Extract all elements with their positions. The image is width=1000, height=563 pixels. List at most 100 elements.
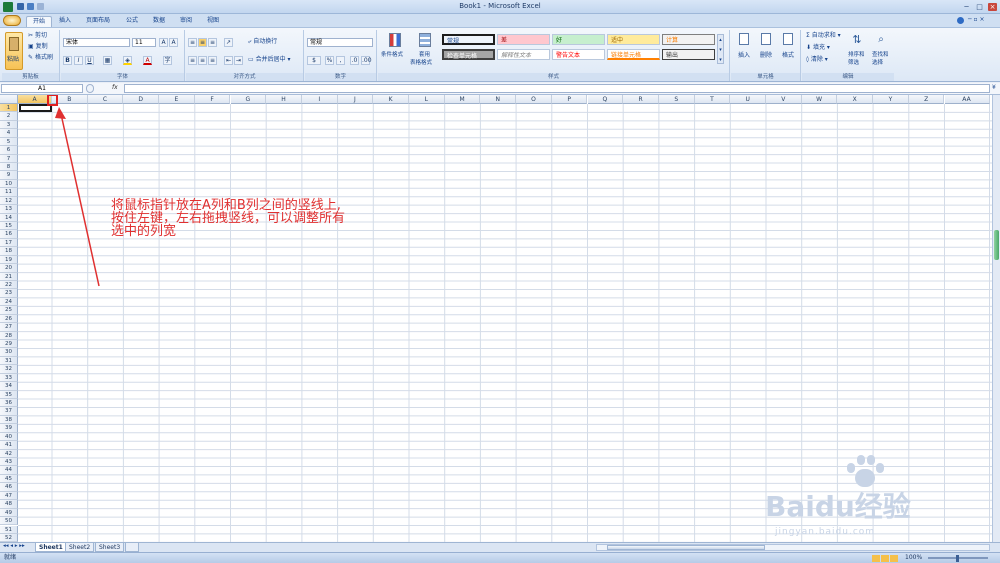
- name-box[interactable]: A1: [1, 84, 83, 93]
- tab-home[interactable]: 开始: [26, 16, 53, 27]
- align-bottom-icon[interactable]: ≡: [208, 38, 217, 47]
- increase-indent-icon[interactable]: ⇥: [234, 56, 243, 65]
- row-header-50[interactable]: 50: [0, 517, 18, 526]
- expand-formula-icon[interactable]: ¥: [992, 85, 996, 91]
- row-header-1[interactable]: 1: [0, 104, 18, 113]
- maximize-icon[interactable]: □: [975, 3, 984, 11]
- row-header-4[interactable]: 4: [0, 129, 18, 138]
- worksheet-grid[interactable]: A B C D E F G H I J K L M N O P Q R S T U V W X Y Z AA 1 2 3 4 5 6 7 8 9 10…: [0, 95, 992, 542]
- row-header-29[interactable]: 29: [0, 340, 18, 349]
- horizontal-scrollbar[interactable]: [596, 544, 990, 551]
- align-center-icon[interactable]: ≡: [198, 56, 207, 65]
- row-header-35[interactable]: 35: [0, 390, 18, 400]
- column-header-j[interactable]: J: [337, 95, 374, 104]
- tab-page-layout[interactable]: 页面布局: [80, 16, 116, 27]
- format-as-table-button[interactable]: 套用 表格格式: [410, 33, 438, 69]
- insert-cells-button[interactable]: 插入: [734, 33, 754, 67]
- column-header-m[interactable]: M: [444, 95, 481, 104]
- row-header-16[interactable]: 16: [0, 230, 18, 239]
- tab-data[interactable]: 数据: [147, 16, 171, 27]
- close-icon[interactable]: ×: [988, 3, 997, 11]
- row-header-6[interactable]: 6: [0, 146, 18, 155]
- formula-input[interactable]: [124, 84, 990, 93]
- font-name-select[interactable]: 宋体: [63, 38, 130, 47]
- paste-button[interactable]: 粘贴: [5, 32, 23, 70]
- row-header-3[interactable]: 3: [0, 120, 18, 130]
- grow-font-icon[interactable]: A: [159, 38, 168, 47]
- style-output[interactable]: 输出: [662, 49, 715, 60]
- row-header-25[interactable]: 25: [0, 306, 18, 315]
- font-size-select[interactable]: 11: [132, 38, 156, 47]
- align-left-icon[interactable]: ≡: [188, 56, 197, 65]
- row-header-11[interactable]: 11: [0, 188, 18, 197]
- office-button-icon[interactable]: [3, 15, 21, 26]
- cut-button[interactable]: ✂ 剪切: [28, 33, 47, 39]
- align-right-icon[interactable]: ≡: [208, 56, 217, 65]
- orientation-icon[interactable]: ↗: [224, 38, 233, 47]
- column-header-c[interactable]: C: [87, 95, 124, 104]
- styles-more-icon[interactable]: ▴ ▾ ▾: [717, 34, 724, 64]
- fill-button[interactable]: ⬇ 填充 ▾: [806, 45, 830, 51]
- column-header-v[interactable]: V: [766, 95, 802, 104]
- row-header-5[interactable]: 5: [0, 137, 18, 147]
- row-header-47[interactable]: 47: [0, 491, 18, 501]
- row-header-18[interactable]: 18: [0, 247, 18, 256]
- currency-icon[interactable]: $: [307, 56, 321, 65]
- style-check-cell[interactable]: 检查单元格: [442, 49, 495, 60]
- style-calculation[interactable]: 计算: [662, 34, 715, 45]
- font-color-icon[interactable]: A: [143, 56, 152, 65]
- column-header-z[interactable]: Z: [908, 95, 945, 104]
- row-header-36[interactable]: 36: [0, 399, 18, 408]
- sheet-nav-icon[interactable]: ◂◂ ◂ ▸ ▸▸: [3, 543, 25, 550]
- column-header-k[interactable]: K: [373, 95, 409, 104]
- increase-decimal-icon[interactable]: .0: [350, 56, 359, 65]
- row-header-20[interactable]: 20: [0, 264, 18, 273]
- sheet-tab-2[interactable]: Sheet2: [65, 543, 95, 552]
- row-header-48[interactable]: 48: [0, 500, 18, 509]
- row-header-52[interactable]: 52: [0, 533, 18, 542]
- column-header-n[interactable]: N: [480, 95, 517, 104]
- select-all-button[interactable]: [0, 95, 18, 104]
- tab-view[interactable]: 视图: [201, 16, 225, 27]
- align-top-icon[interactable]: ≡: [188, 38, 197, 47]
- column-header-s[interactable]: S: [658, 95, 695, 104]
- column-header-i[interactable]: I: [301, 95, 338, 104]
- format-painter-button[interactable]: ✎ 格式刷: [28, 55, 53, 61]
- insert-function-icon[interactable]: fx: [112, 85, 118, 91]
- column-header-o[interactable]: O: [516, 95, 552, 104]
- number-format-select[interactable]: 常规: [307, 38, 373, 47]
- insert-sheet-icon[interactable]: [125, 543, 139, 552]
- tab-insert[interactable]: 插入: [53, 16, 77, 27]
- column-header-g[interactable]: G: [230, 95, 267, 104]
- row-header-2[interactable]: 2: [0, 112, 18, 121]
- style-good[interactable]: 好: [552, 34, 605, 45]
- row-header-43[interactable]: 43: [0, 458, 18, 467]
- row-header-49[interactable]: 49: [0, 508, 18, 518]
- column-header-u[interactable]: U: [730, 95, 766, 104]
- row-header-45[interactable]: 45: [0, 474, 18, 484]
- merge-center-button[interactable]: ▭ 合并后居中 ▾: [248, 57, 291, 63]
- row-header-19[interactable]: 19: [0, 255, 18, 265]
- column-header-aa[interactable]: AA: [944, 95, 990, 104]
- delete-cells-button[interactable]: 删除: [756, 33, 776, 67]
- vertical-scroll-thumb[interactable]: [994, 230, 999, 260]
- wrap-text-button[interactable]: ⤶ 自动换行: [248, 39, 277, 45]
- border-icon[interactable]: ▦: [103, 56, 112, 65]
- column-header-r[interactable]: R: [623, 95, 659, 104]
- minimize-icon[interactable]: ─: [962, 3, 971, 11]
- cancel-icon[interactable]: [86, 84, 94, 93]
- row-header-46[interactable]: 46: [0, 483, 18, 492]
- column-header-y[interactable]: Y: [873, 95, 909, 104]
- comma-icon[interactable]: ,: [336, 56, 345, 65]
- decrease-decimal-icon[interactable]: .00: [361, 56, 372, 65]
- bold-icon[interactable]: B: [63, 56, 72, 65]
- horizontal-scroll-thumb[interactable]: [607, 545, 765, 550]
- row-header-24[interactable]: 24: [0, 297, 18, 307]
- style-normal[interactable]: 常规: [442, 34, 495, 45]
- row-header-32[interactable]: 32: [0, 365, 18, 374]
- help-icon[interactable]: [957, 17, 964, 24]
- row-header-21[interactable]: 21: [0, 272, 18, 282]
- column-header-e[interactable]: E: [159, 95, 195, 104]
- column-header-q[interactable]: Q: [587, 95, 624, 104]
- row-header-51[interactable]: 51: [0, 525, 18, 534]
